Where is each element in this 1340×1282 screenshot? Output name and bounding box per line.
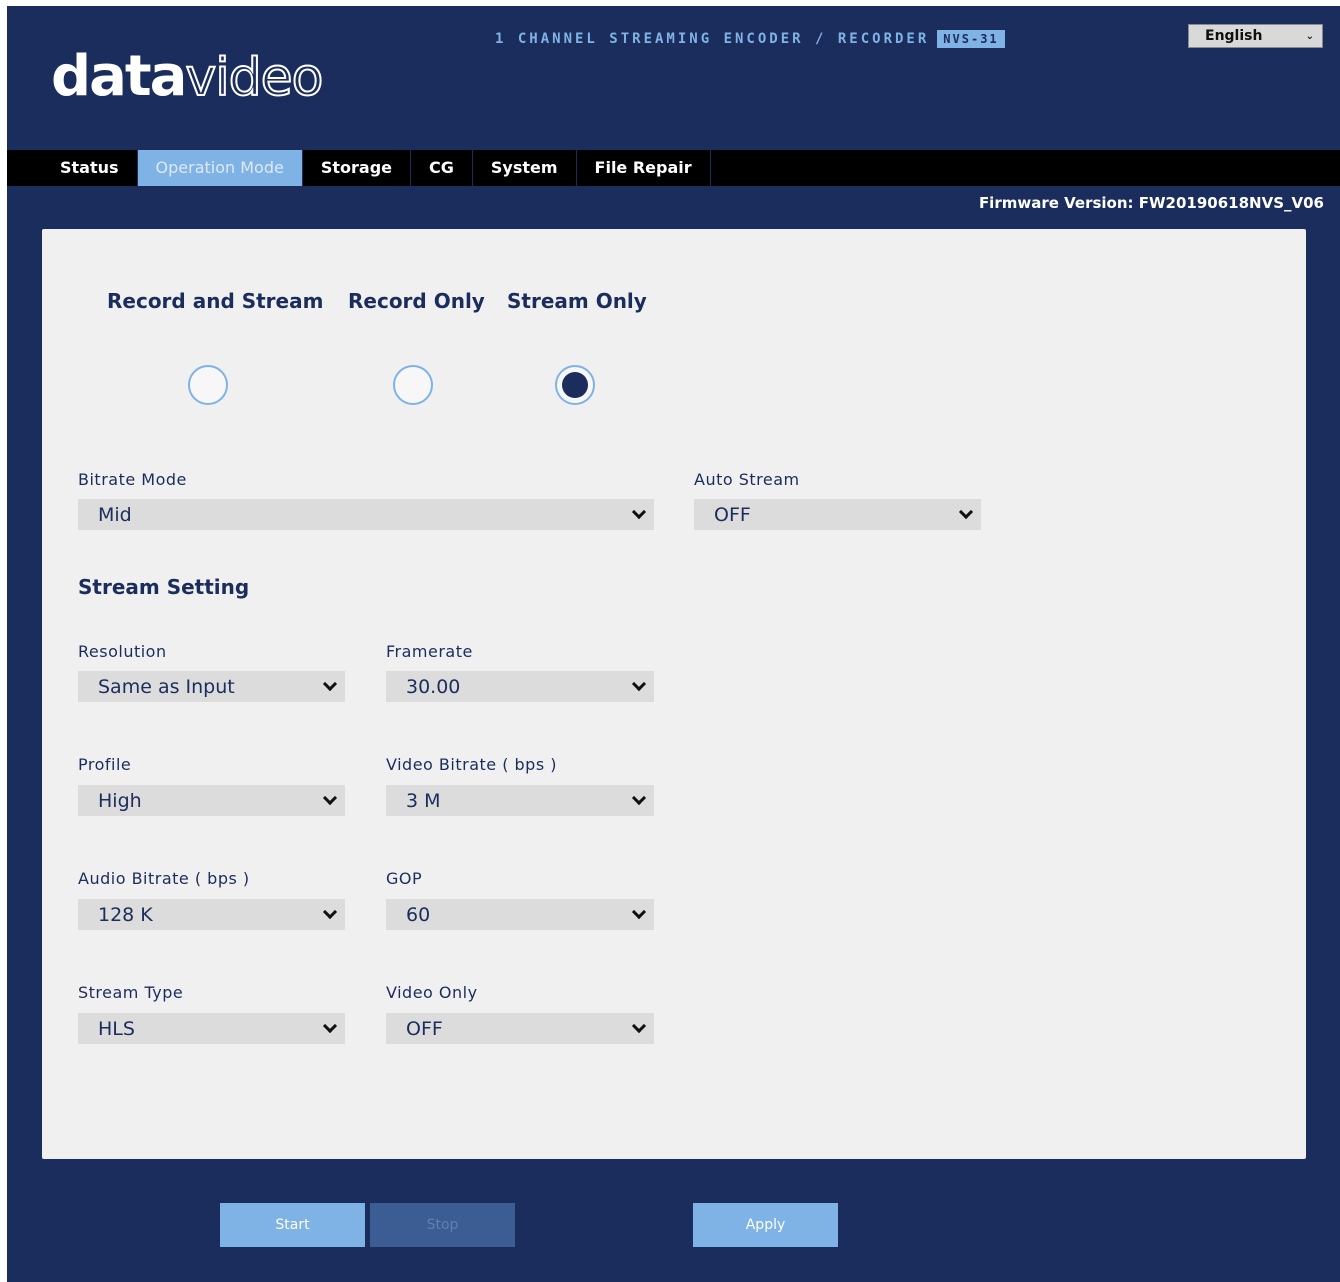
stream-setting-title: Stream Setting	[78, 575, 250, 599]
bitrate-mode-select[interactable]: Mid	[78, 499, 654, 530]
logo-bold-text: data	[51, 44, 187, 109]
gop-value: 60	[406, 903, 431, 926]
chevron-down-icon	[631, 790, 647, 805]
gop-label: GOP	[386, 869, 423, 888]
framerate-value: 30.00	[406, 675, 461, 698]
apply-button[interactable]: Apply	[693, 1203, 838, 1247]
chevron-down-icon	[322, 904, 338, 919]
mode-label-record-only: Record Only	[348, 289, 485, 313]
tab-operation-mode[interactable]: Operation Mode	[137, 150, 303, 186]
chevron-down-icon	[631, 676, 647, 691]
app-frame: data video 1 CHANNEL STREAMING ENCODER / …	[7, 6, 1340, 1282]
video-only-select[interactable]: OFF	[386, 1013, 654, 1044]
gop-select[interactable]: 60	[386, 899, 654, 930]
radio-record-and-stream[interactable]	[188, 365, 228, 405]
audio-bitrate-value: 128 K	[98, 903, 153, 926]
audio-bitrate-label: Audio Bitrate ( bps )	[78, 869, 250, 888]
tab-file-repair[interactable]: File Repair	[577, 150, 711, 186]
mode-label-stream-only: Stream Only	[507, 289, 647, 313]
video-only-value: OFF	[406, 1017, 443, 1040]
video-only-label: Video Only	[386, 983, 478, 1002]
tab-cg[interactable]: CG	[411, 150, 473, 186]
resolution-value: Same as Input	[98, 675, 235, 698]
resolution-label: Resolution	[78, 642, 167, 661]
start-button[interactable]: Start	[220, 1203, 365, 1247]
stop-button[interactable]: Stop	[370, 1203, 515, 1247]
radio-record-only[interactable]	[393, 365, 433, 405]
stream-type-select[interactable]: HLS	[78, 1013, 345, 1044]
mode-label-record-and-stream: Record and Stream	[107, 289, 324, 313]
radio-stream-only[interactable]	[555, 365, 595, 405]
bitrate-mode-label: Bitrate Mode	[78, 470, 187, 489]
model-badge: NVS-31	[937, 30, 1005, 48]
chevron-down-icon	[322, 1018, 338, 1033]
language-select[interactable]: English ⌄	[1188, 24, 1323, 48]
tab-system[interactable]: System	[473, 150, 577, 186]
audio-bitrate-select[interactable]: 128 K	[78, 899, 345, 930]
auto-stream-value: OFF	[714, 503, 751, 526]
video-bitrate-select[interactable]: 3 M	[386, 785, 654, 816]
framerate-select[interactable]: 30.00	[386, 671, 654, 702]
resolution-select[interactable]: Same as Input	[78, 671, 345, 702]
chevron-down-icon	[322, 676, 338, 691]
tab-status[interactable]: Status	[42, 150, 138, 186]
bitrate-mode-value: Mid	[98, 503, 132, 526]
chevron-down-icon	[631, 504, 647, 519]
firmware-version: Firmware Version: FW20190618NVS_V06	[978, 194, 1324, 212]
main-nav: Status Operation Mode Storage CG System …	[7, 150, 1340, 186]
video-bitrate-value: 3 M	[406, 789, 441, 812]
chevron-down-icon	[631, 904, 647, 919]
stream-type-value: HLS	[98, 1017, 135, 1040]
logo-thin-text: video	[184, 47, 324, 109]
profile-select[interactable]: High	[78, 785, 345, 816]
auto-stream-select[interactable]: OFF	[694, 499, 981, 530]
tab-storage[interactable]: Storage	[303, 150, 411, 186]
language-value: English	[1205, 28, 1263, 44]
stream-type-label: Stream Type	[78, 983, 184, 1002]
profile-label: Profile	[78, 755, 132, 774]
product-title: 1 CHANNEL STREAMING ENCODER / RECORDER N…	[495, 29, 1005, 49]
chevron-down-icon: ⌄	[1305, 30, 1314, 42]
chevron-down-icon	[322, 790, 338, 805]
chevron-down-icon	[958, 504, 974, 519]
datavideo-logo: data video	[51, 44, 324, 114]
chevron-down-icon	[631, 1018, 647, 1033]
video-bitrate-label: Video Bitrate ( bps )	[386, 755, 557, 774]
profile-value: High	[98, 789, 142, 812]
operation-mode-panel: Record and Stream Record Only Stream Onl…	[42, 229, 1306, 1159]
framerate-label: Framerate	[386, 642, 473, 661]
auto-stream-label: Auto Stream	[694, 470, 800, 489]
product-description: 1 CHANNEL STREAMING ENCODER / RECORDER	[495, 31, 930, 47]
